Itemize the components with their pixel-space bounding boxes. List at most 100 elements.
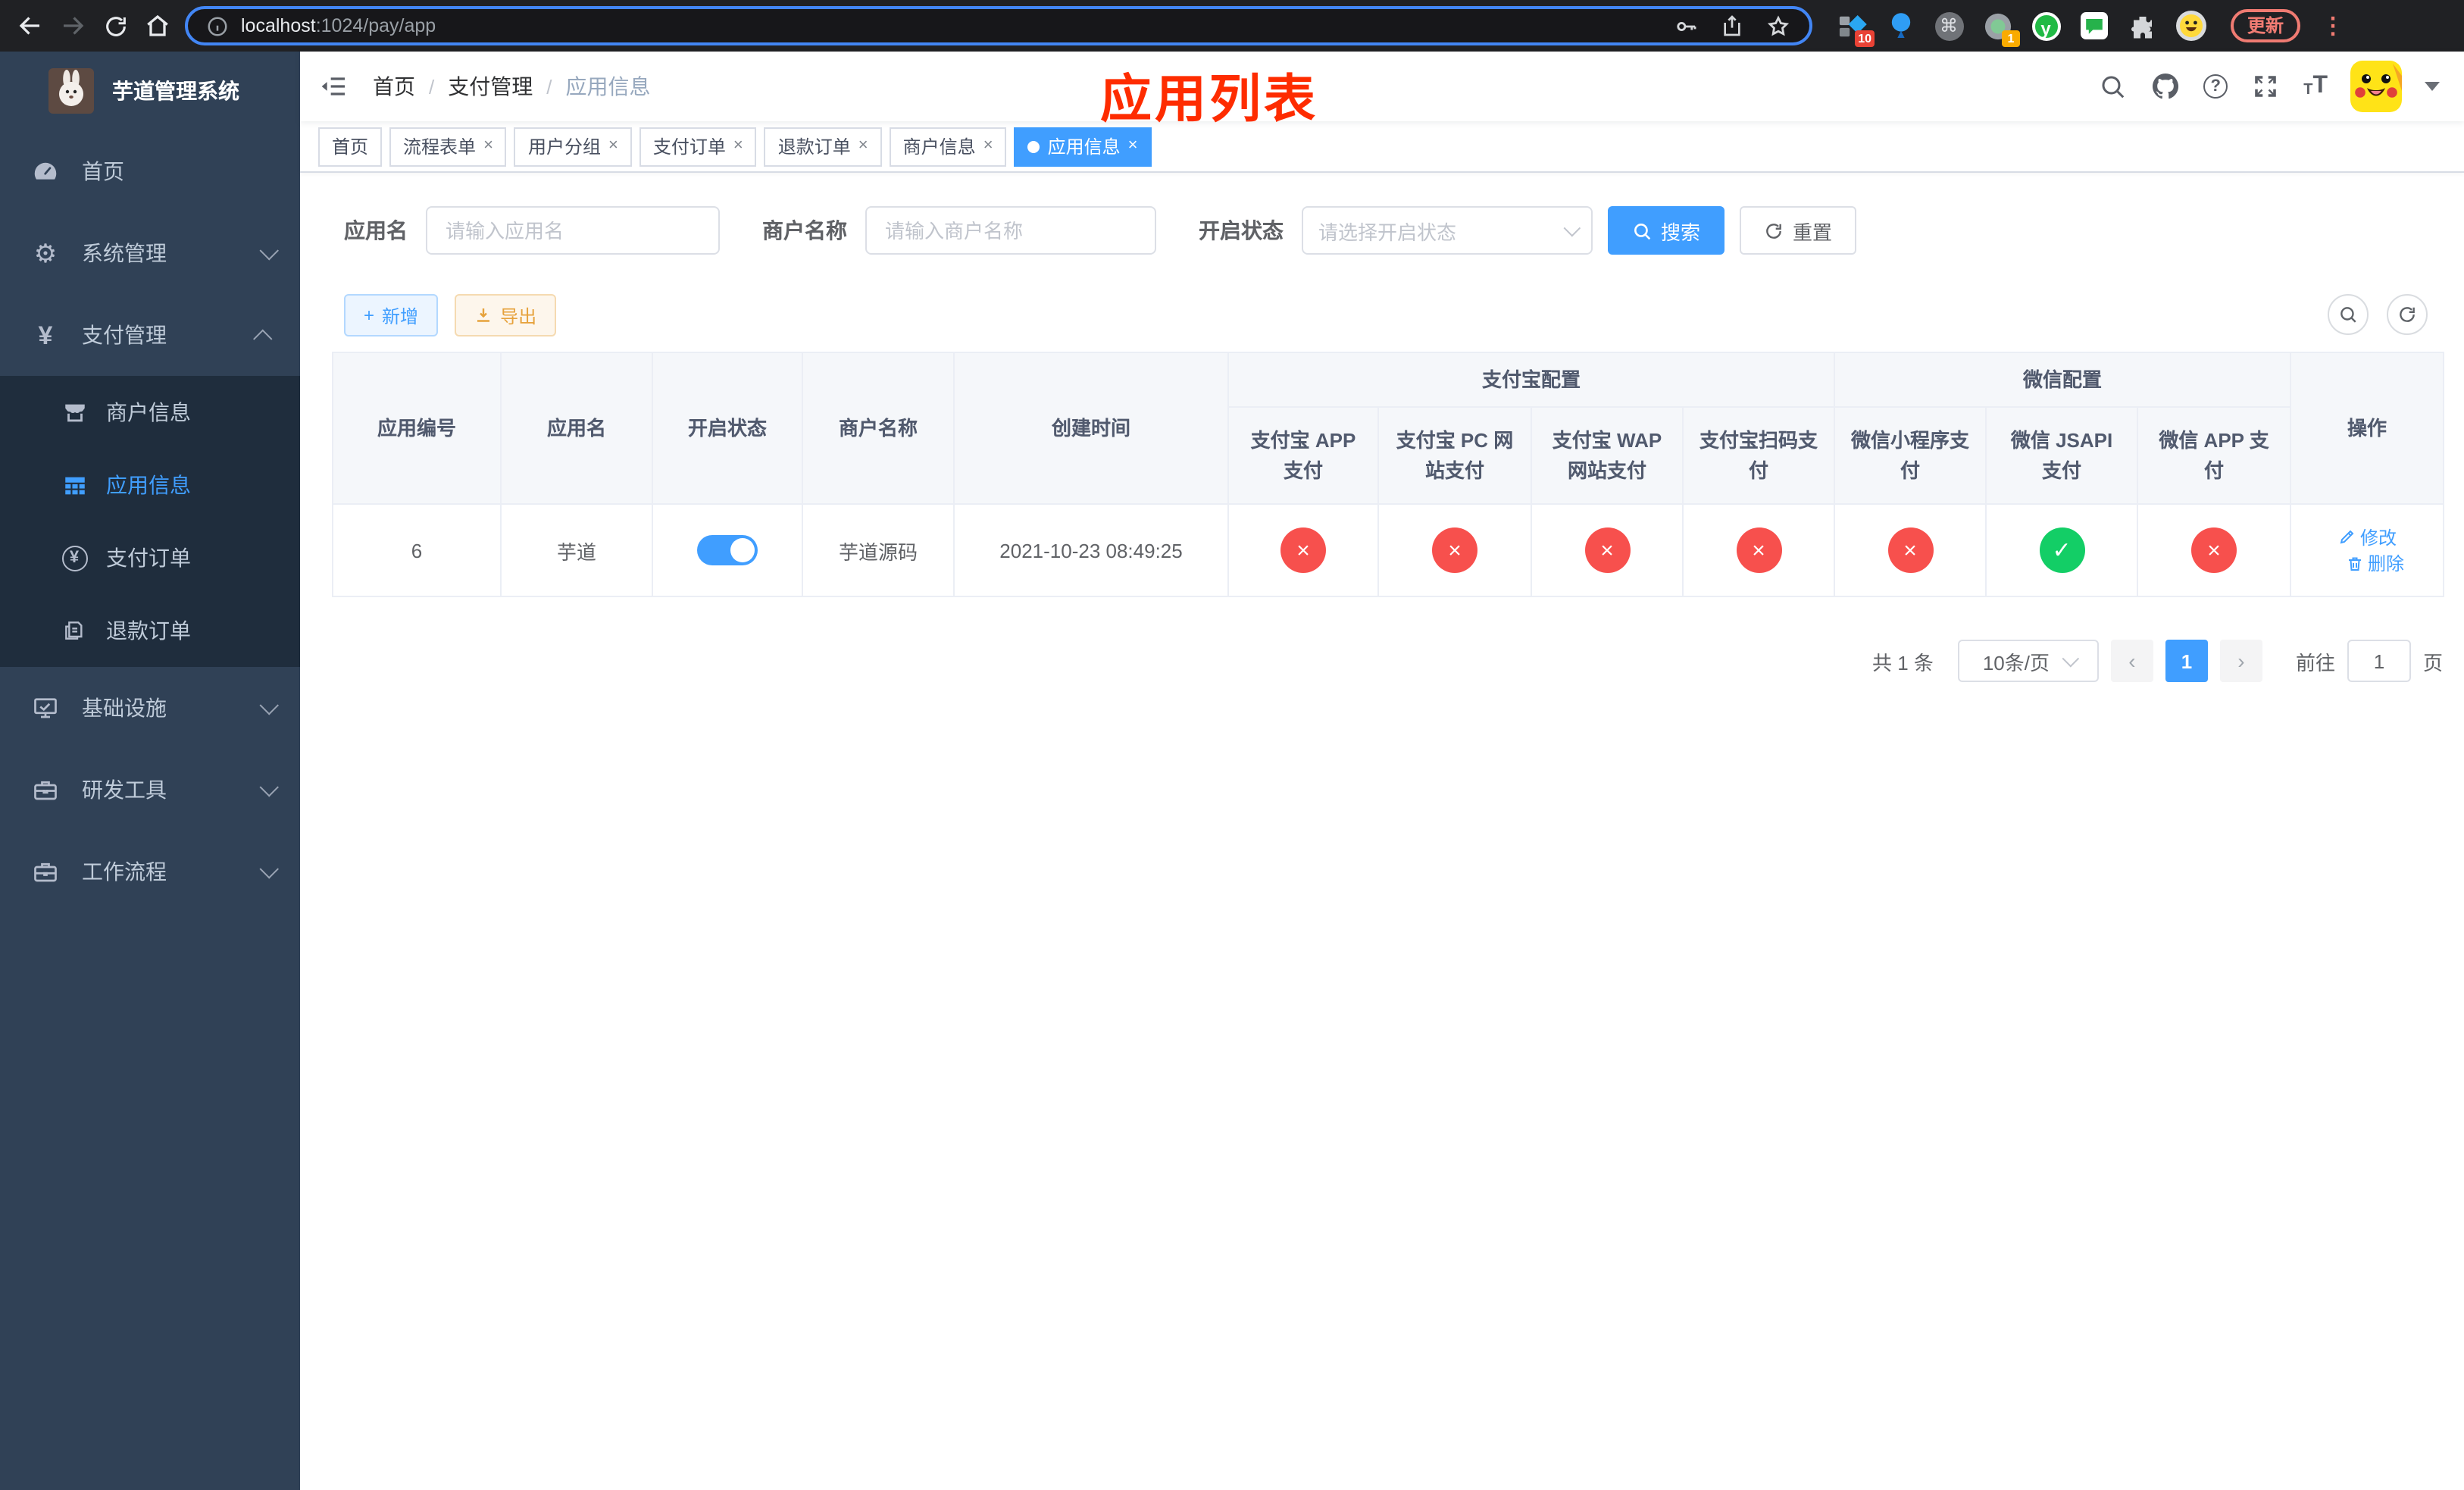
forward-icon[interactable] [58,11,88,41]
sidebar-item-system[interactable]: ⚙ 系统管理 [0,212,300,294]
browser-update-button[interactable]: 更新 [2231,9,2301,42]
sidebar-item-refund-order[interactable]: 退款订单 [0,594,300,667]
tab-label: 支付订单 [652,136,726,158]
home-icon[interactable] [142,11,173,41]
tags-view-bar: 首页 流程表单 × 用户分组 × 支付订单 × 退款订单 × 商户信息 × 应用… [300,121,2464,173]
col-header-app-id: 应用编号 [332,352,502,505]
tab-close-icon[interactable]: × [483,137,493,155]
toggle-search-button[interactable] [2328,294,2369,335]
breadcrumb-pay[interactable]: 支付管理 [448,71,533,102]
delete-link[interactable]: 删除 [2345,550,2404,576]
sidebar-item-pay-order[interactable]: ¥ 支付订单 [0,521,300,594]
status-disabled-icon: × [1584,527,1630,573]
browser-menu-icon[interactable]: ⋮ [2319,12,2347,39]
site-info-icon[interactable] [206,14,229,37]
sidebar-item-dev-tools[interactable]: 研发工具 [0,749,300,831]
page-size-select[interactable]: 10条/页 [1957,640,2099,682]
prev-page-button[interactable]: ‹ [2110,640,2153,682]
status-select-placeholder: 请选择开启状态 [1318,221,1457,243]
avatar[interactable] [2350,61,2402,112]
tab-home[interactable]: 首页 [318,127,383,166]
bookmark-star-icon[interactable] [1765,13,1791,39]
tab-label: 首页 [332,136,369,158]
reload-icon[interactable] [100,11,130,41]
goto-page-input[interactable] [2347,640,2411,682]
tab-app-info[interactable]: 应用信息 × [1014,127,1152,166]
ext-yudao-icon[interactable]: y [2031,11,2061,41]
avatar-caret-icon[interactable] [2425,82,2440,91]
command-glyph: ⌘ [1934,11,1963,40]
ext-chat-icon[interactable] [2079,11,2109,41]
tab-refund-order[interactable]: 退款订单 × [764,127,882,166]
ext-balloon-icon[interactable] [1885,11,1915,41]
yen-icon: ¥ [38,321,53,349]
chevron-down-icon [1563,219,1581,237]
tab-close-icon[interactable]: × [983,137,993,155]
ext-sketch-icon[interactable]: 10 [1837,11,1875,47]
tab-user-group[interactable]: 用户分组 × [514,127,632,166]
monitor-icon [27,694,64,722]
back-icon[interactable] [15,11,45,41]
help-icon[interactable]: ? [2203,74,2228,99]
url-text: localhost:1024/pay/app [241,15,436,36]
share-icon[interactable] [1720,14,1744,38]
sidebar-collapse-icon[interactable] [318,71,349,102]
chevron-down-icon [259,859,279,878]
sidebar-item-payment[interactable]: ¥ 支付管理 [0,294,300,376]
search-button[interactable]: 搜索 [1608,206,1725,255]
tab-pay-order[interactable]: 支付订单 × [639,127,757,166]
col-header-alipay-pc: 支付宝 PC 网站支付 [1377,406,1532,505]
ext-command-icon[interactable]: ⌘ [1934,11,1964,41]
status-toggle[interactable] [697,535,758,565]
github-icon[interactable] [2150,71,2181,102]
sidebar-logo[interactable]: 芋道管理系统 [0,52,300,130]
tab-close-icon[interactable]: × [858,137,868,155]
sidebar-item-label: 基础设施 [82,696,167,720]
sidebar-item-label: 研发工具 [82,778,167,802]
search-icon[interactable] [2097,71,2128,102]
ext-recorder-icon[interactable]: 1 [1982,11,2020,47]
extensions-puzzle-icon[interactable] [2128,11,2158,41]
status-select[interactable]: 请选择开启状态 [1302,206,1593,255]
col-header-alipay-app: 支付宝 APP 支付 [1227,406,1379,505]
next-page-button[interactable]: › [2219,640,2262,682]
main-area: 首页 / 支付管理 / 应用信息 应用列表 ? T T 首页 流程表单 × 用户… [300,52,2464,1490]
cell-created: 2021-10-23 08:49:25 [953,503,1229,597]
page-annotation: 应用列表 [1100,71,1318,129]
tab-process-form[interactable]: 流程表单 × [389,127,507,166]
sidebar-item-merchant-info[interactable]: 商户信息 [0,376,300,449]
tab-close-icon[interactable]: × [733,137,743,155]
profile-emoji-icon[interactable] [2176,11,2206,41]
sidebar-item-home[interactable]: 首页 [0,130,300,212]
export-button[interactable]: 导出 [455,294,557,337]
reset-button[interactable]: 重置 [1740,206,1857,255]
breadcrumb-home[interactable]: 首页 [373,71,415,102]
current-page-button[interactable]: 1 [2165,640,2208,682]
pagination-goto: 前往 页 [2296,640,2443,682]
font-size-icon[interactable]: TT [2303,74,2328,99]
gear-icon: ⚙ [33,239,58,268]
merchant-name-input[interactable] [865,206,1156,255]
col-header-merchant: 商户名称 [802,352,955,505]
password-key-icon[interactable] [1673,13,1699,39]
sidebar-item-infrastructure[interactable]: 基础设施 [0,667,300,749]
refresh-button[interactable] [2387,294,2428,335]
cell-alipay-wap: × [1531,503,1684,597]
edit-link[interactable]: 修改 [2337,524,2397,549]
address-bar[interactable]: localhost:1024/pay/app [185,6,1812,45]
fullscreen-icon[interactable] [2250,71,2281,102]
tab-close-icon[interactable]: × [608,137,618,155]
add-button[interactable]: + 新增 [344,294,439,337]
tab-label: 流程表单 [403,136,477,158]
col-header-created: 创建时间 [953,352,1229,505]
tab-merchant-info[interactable]: 商户信息 × [889,127,1007,166]
tab-active-dot [1027,140,1040,152]
toolbox-icon [27,776,64,803]
sidebar-item-app-info[interactable]: 应用信息 [0,449,300,521]
status-disabled-icon: × [1736,527,1781,573]
breadcrumb: 首页 / 支付管理 / 应用信息 [373,71,651,102]
sidebar-item-workflow[interactable]: 工作流程 [0,831,300,912]
tab-close-icon[interactable]: × [1128,137,1138,155]
table-row: 6 芋道 芋道源码 2021-10-23 08:49:25 × × × × × … [332,503,2445,597]
app-name-input[interactable] [426,206,720,255]
